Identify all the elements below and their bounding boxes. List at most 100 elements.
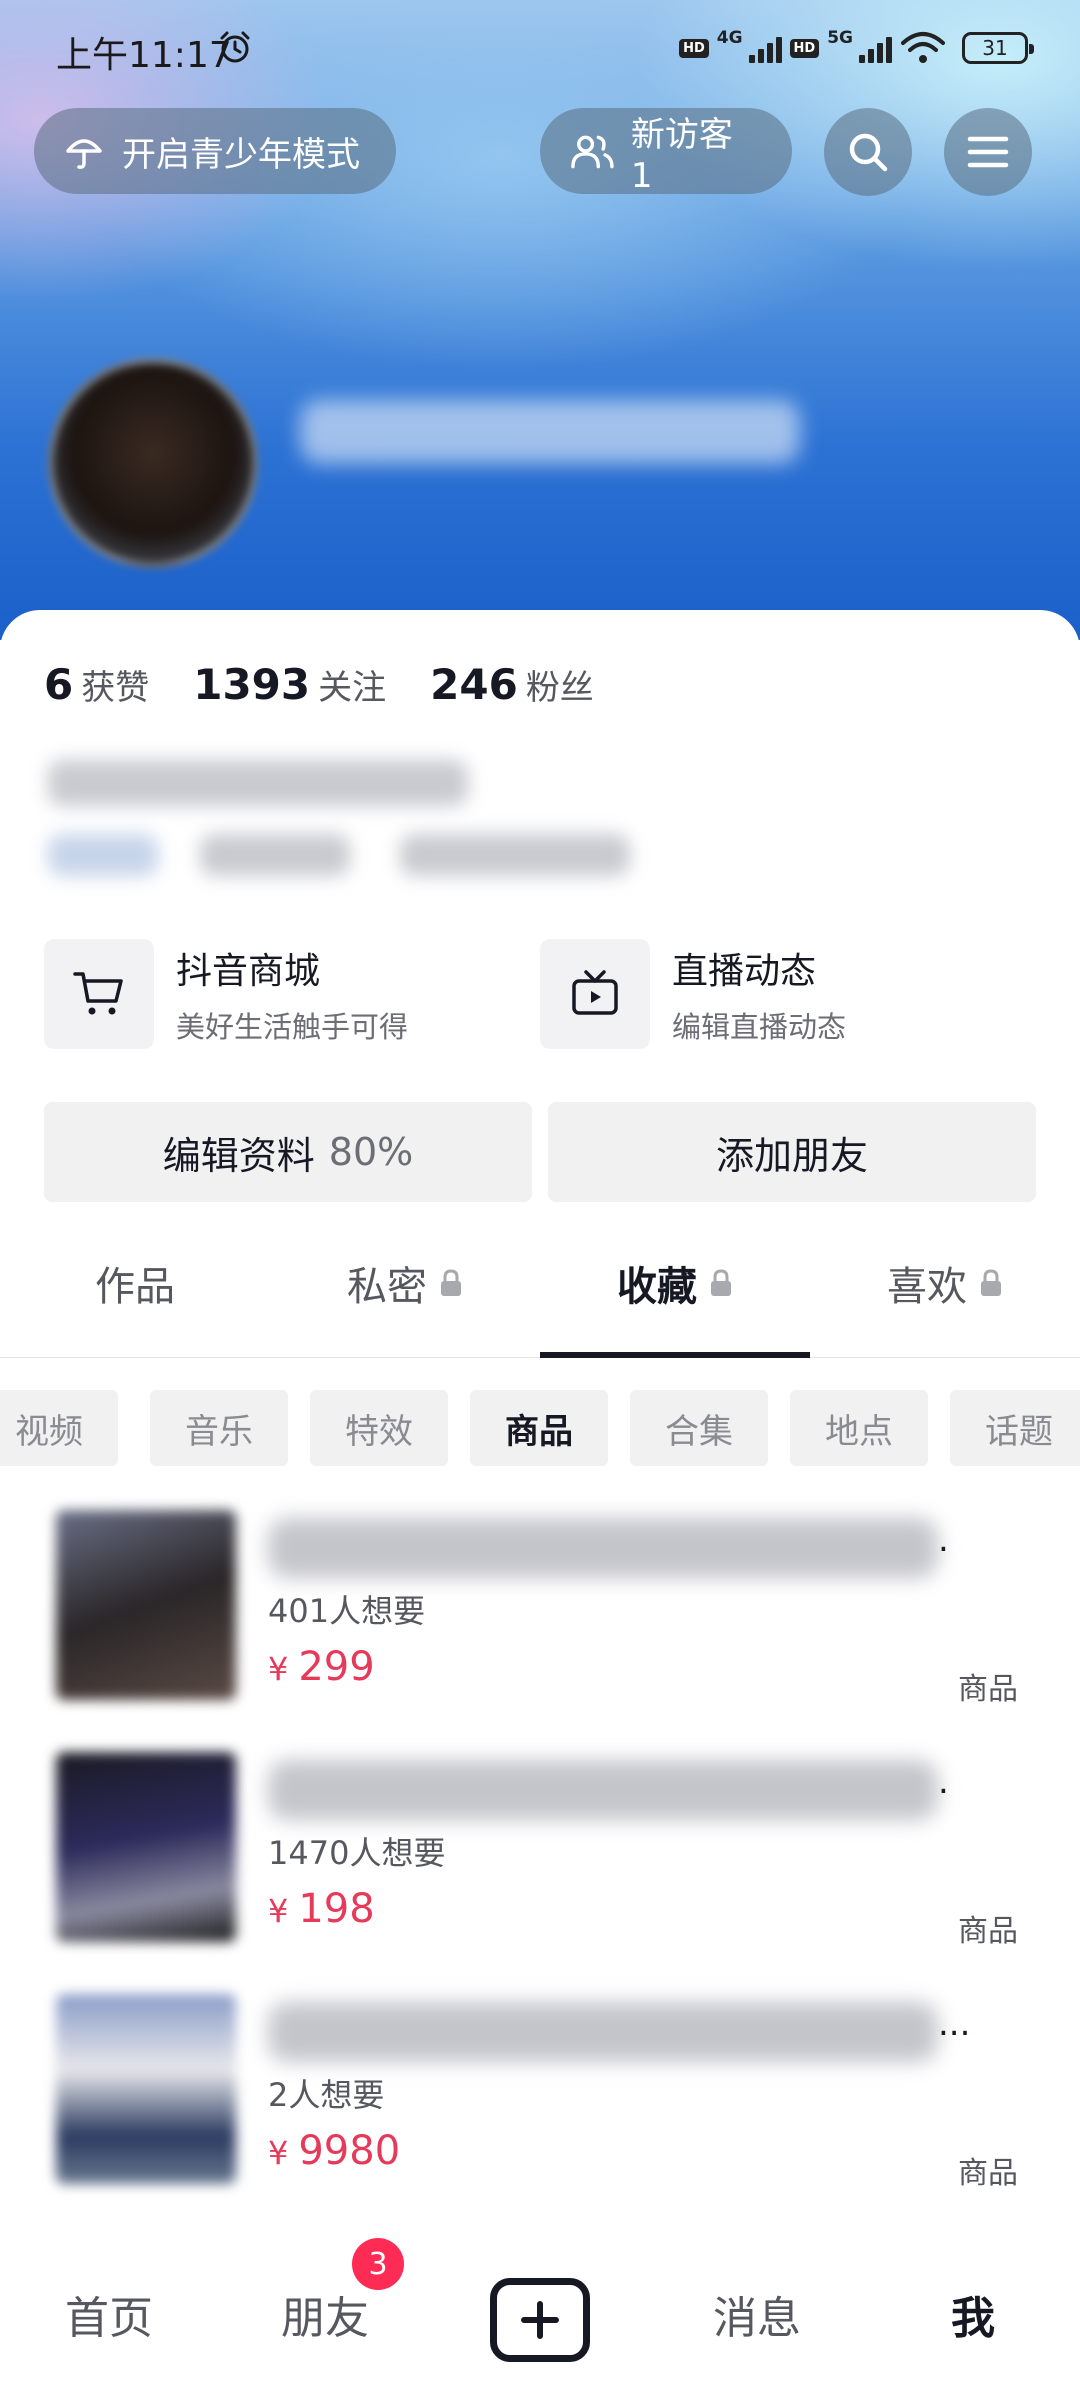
lock-icon xyxy=(441,1269,461,1296)
info-tag-blurred xyxy=(48,834,158,876)
info-tag-blurred xyxy=(200,834,350,876)
feature-title: 抖音商城 xyxy=(176,951,321,992)
product-title-blurred xyxy=(268,1518,938,1578)
profile-card: 6 获赞 1393 关注 246 粉丝 抖音商城 美好生活触手可得 直播动态 编… xyxy=(0,610,1080,2400)
product-title-blurred xyxy=(268,2002,938,2062)
tab-label: 收藏 xyxy=(617,1264,697,1310)
status-time: 上午11:17 xyxy=(56,35,232,76)
network-type-label: 4G xyxy=(716,28,743,48)
nav-me[interactable]: 我 xyxy=(888,2282,1058,2346)
hd-badge: HD xyxy=(789,38,820,58)
feature-title: 直播动态 xyxy=(672,951,817,992)
stat-label: 关注 xyxy=(318,668,387,708)
battery-icon: 31 xyxy=(962,32,1034,64)
signal-icon xyxy=(859,33,892,63)
nav-home[interactable]: 首页 xyxy=(24,2282,194,2346)
product-price: ¥198 xyxy=(268,1886,375,1932)
stat-label: 粉丝 xyxy=(525,668,594,708)
stat-value: 1393 xyxy=(193,660,311,709)
product-type-tag: 商品 xyxy=(958,1914,1018,1949)
live-updates-shortcut[interactable]: 直播动态 编辑直播动态 xyxy=(540,938,846,1050)
chip-products[interactable]: 商品 xyxy=(470,1390,608,1466)
chip-places[interactable]: 地点 xyxy=(790,1390,928,1466)
bottom-navigation: 首页 朋友 3 消息 我 xyxy=(0,2238,1080,2400)
chip-collections[interactable]: 合集 xyxy=(630,1390,768,1466)
tab-likes[interactable]: 喜欢 xyxy=(810,1210,1080,1356)
tab-favorites[interactable]: 收藏 xyxy=(540,1210,810,1356)
tab-private[interactable]: 私密 xyxy=(270,1210,540,1356)
douyin-mall-shortcut[interactable]: 抖音商城 美好生活触手可得 xyxy=(44,938,408,1050)
avatar[interactable] xyxy=(48,358,258,568)
product-thumbnail xyxy=(56,1752,236,1942)
bio-blurred xyxy=(48,760,468,806)
info-tag-blurred xyxy=(400,834,630,876)
status-icons: HD 4G HD 5G 31 xyxy=(679,28,1034,68)
content-tabs: 作品 私密 收藏 喜欢 xyxy=(0,1210,1080,1358)
people-icon xyxy=(571,135,614,169)
alarm-clock-icon xyxy=(220,31,250,63)
plus-icon xyxy=(521,2301,559,2339)
tab-label: 私密 xyxy=(347,1264,427,1310)
stat-following[interactable]: 1393 关注 xyxy=(193,660,386,709)
hd-badge: HD xyxy=(679,38,709,58)
add-friend-button[interactable]: 添加朋友 xyxy=(548,1102,1036,1202)
tab-label: 喜欢 xyxy=(887,1264,967,1310)
product-type-tag: 商品 xyxy=(958,2156,1018,2191)
product-want-count: 1470人想要 xyxy=(268,1834,446,1872)
menu-button[interactable] xyxy=(944,108,1032,196)
chip-video[interactable]: 视频 xyxy=(0,1390,118,1466)
profile-stats: 6 获赞 1393 关注 246 粉丝 xyxy=(44,660,638,709)
nav-messages[interactable]: 消息 xyxy=(672,2282,842,2346)
chip-topics[interactable]: 话题 xyxy=(950,1390,1080,1466)
tab-label: 作品 xyxy=(95,1264,175,1310)
menu-icon xyxy=(967,136,1009,168)
product-item[interactable]: . 1470人想要 ¥198 商品 xyxy=(0,1752,1080,1962)
product-thumbnail xyxy=(56,1510,236,1700)
wifi-icon xyxy=(901,32,945,63)
product-item[interactable]: . 401人想要 ¥299 商品 xyxy=(0,1510,1080,1720)
edit-profile-label: 编辑资料 xyxy=(162,1133,315,1178)
currency-symbol: ¥ xyxy=(268,2134,289,2172)
umbrella-icon xyxy=(66,139,102,169)
stat-value: 6 xyxy=(44,660,74,709)
product-want-count: 2人想要 xyxy=(268,2076,385,2114)
price-value: 198 xyxy=(298,1886,375,1932)
currency-symbol: ¥ xyxy=(268,1892,289,1930)
nav-friends[interactable]: 朋友 xyxy=(240,2282,410,2346)
stat-followers[interactable]: 246 粉丝 xyxy=(430,660,594,709)
active-tab-indicator xyxy=(540,1352,810,1358)
product-item[interactable]: ... 2人想要 ¥9980 商品 xyxy=(0,1994,1080,2204)
create-button[interactable] xyxy=(490,2278,590,2362)
edit-profile-button[interactable]: 编辑资料 80% xyxy=(44,1102,532,1202)
shopping-cart-icon xyxy=(44,939,154,1049)
signal-icon xyxy=(748,33,782,63)
stat-likes[interactable]: 6 获赞 xyxy=(44,660,149,709)
feature-subtitle: 美好生活触手可得 xyxy=(176,1010,409,1044)
product-title-ellipsis: . xyxy=(938,1762,949,1802)
stat-label: 获赞 xyxy=(81,668,150,708)
profile-completion: 80% xyxy=(328,1130,414,1174)
network-type-label: 5G xyxy=(827,28,853,48)
price-value: 299 xyxy=(298,1644,375,1690)
lock-icon xyxy=(981,1269,1001,1296)
teen-mode-label: 开启青少年模式 xyxy=(122,134,360,175)
product-title-ellipsis: . xyxy=(938,1520,949,1560)
product-title-ellipsis: ... xyxy=(938,2004,971,2044)
new-visitor-button[interactable]: 新访客 1 xyxy=(540,108,792,196)
price-value: 9980 xyxy=(298,2128,401,2174)
product-type-tag: 商品 xyxy=(958,1672,1018,1707)
search-button[interactable] xyxy=(824,108,912,196)
product-title-blurred xyxy=(268,1760,938,1820)
lock-icon xyxy=(711,1269,731,1296)
add-friend-label: 添加朋友 xyxy=(715,1133,868,1178)
chip-music[interactable]: 音乐 xyxy=(150,1390,288,1466)
tab-works[interactable]: 作品 xyxy=(0,1210,270,1356)
chip-effects[interactable]: 特效 xyxy=(310,1390,448,1466)
product-thumbnail xyxy=(56,1994,236,2184)
tv-icon xyxy=(540,939,650,1049)
nickname-blurred xyxy=(300,400,800,464)
favorites-category-chips: 视频 音乐 特效 商品 合集 地点 话题 xyxy=(0,1390,1080,1468)
teen-mode-button[interactable]: 开启青少年模式 xyxy=(34,108,396,194)
stat-value: 246 xyxy=(430,660,518,709)
currency-symbol: ¥ xyxy=(268,1650,289,1688)
